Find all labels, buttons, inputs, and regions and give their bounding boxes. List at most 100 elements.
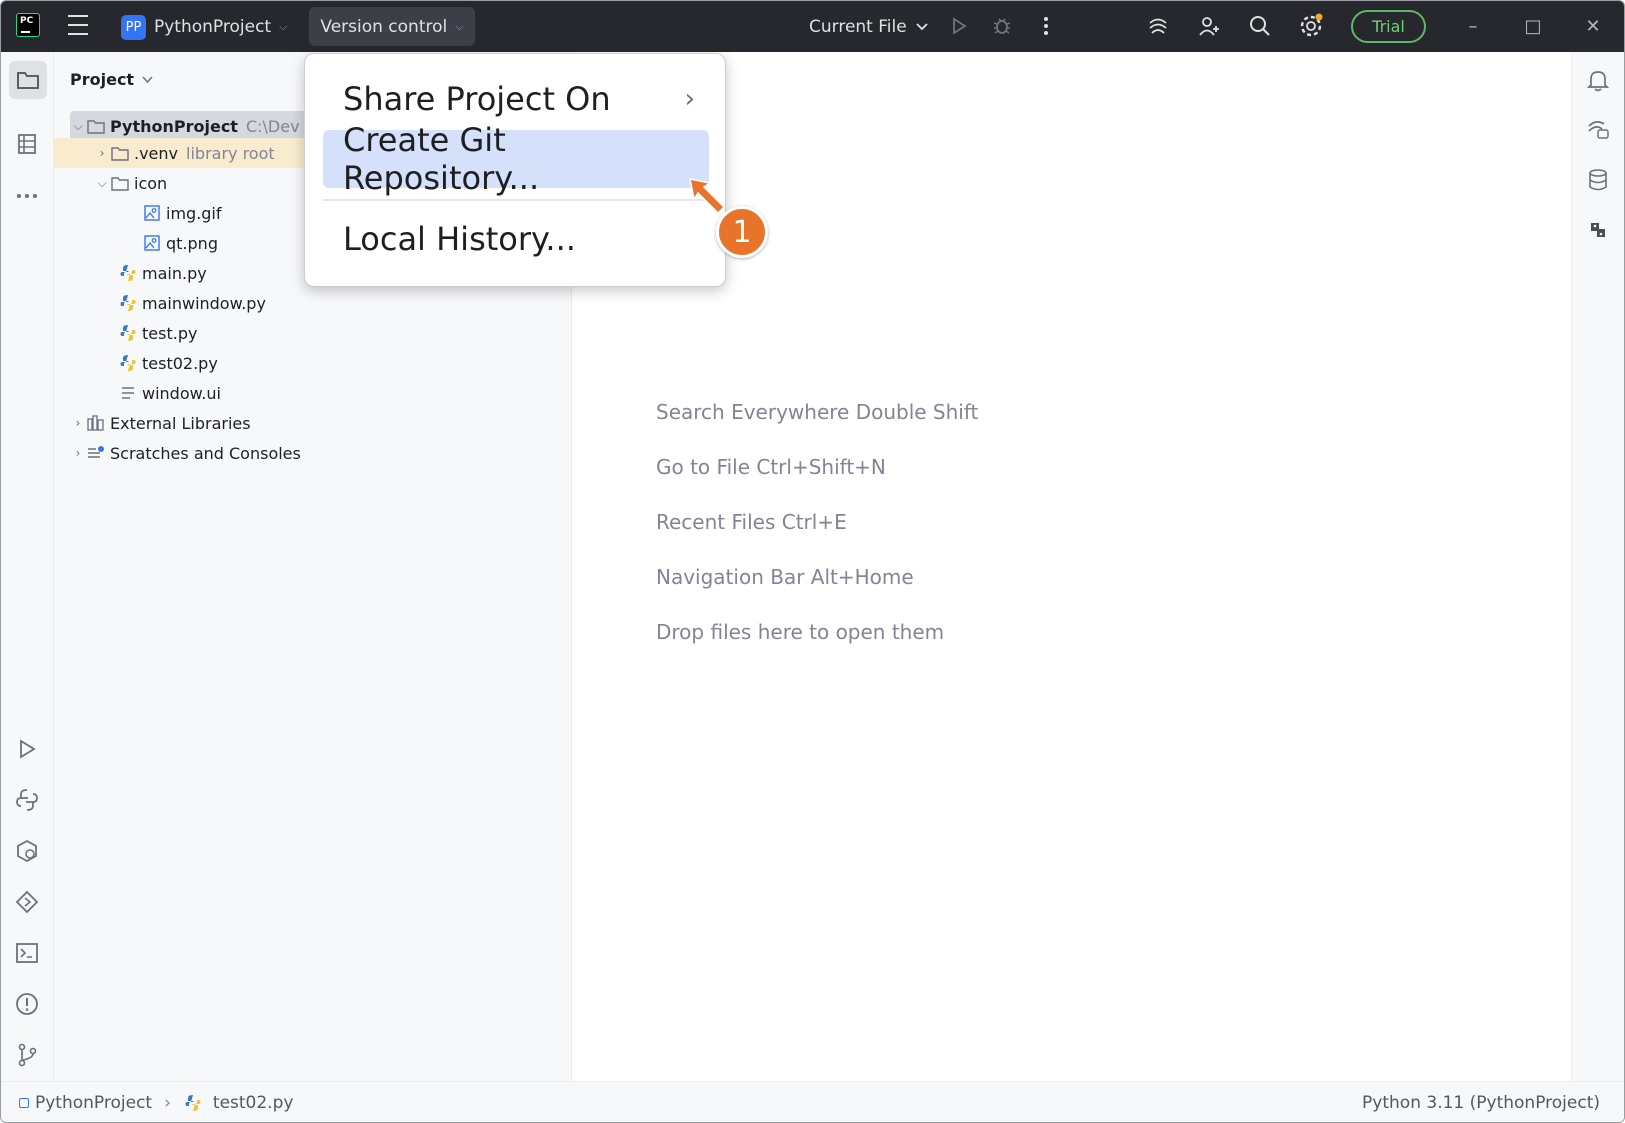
python-file-icon — [183, 1094, 203, 1112]
settings-gear-icon[interactable] — [1297, 12, 1325, 40]
tree-node-label: External Libraries — [110, 413, 251, 433]
services-icon[interactable] — [13, 837, 41, 865]
structure-icon[interactable] — [13, 130, 41, 158]
ai-chat-icon[interactable] — [1584, 116, 1612, 144]
menu-item-label: Share Project On — [343, 80, 611, 118]
version-control-label: Version control — [320, 16, 448, 37]
hint-drop-files: Drop files here to open them — [656, 620, 945, 644]
python-file-icon — [118, 354, 138, 372]
project-panel-header[interactable]: Project — [70, 70, 153, 89]
tree-node-label: Scratches and Consoles — [110, 443, 301, 463]
breadcrumb: PythonProject › test02.py — [19, 1093, 293, 1113]
tree-node-path: C:\Dev — [245, 116, 300, 136]
menu-item-share-project-on[interactable]: Share Project On › — [323, 70, 709, 128]
tree-node-mainwindow-py[interactable]: mainwindow.py — [54, 288, 572, 318]
chevron-down-icon: ⌵ — [455, 19, 464, 33]
text-file-icon — [118, 384, 138, 402]
python-file-icon — [118, 294, 138, 312]
tree-node-label: window.ui — [142, 383, 221, 403]
image-file-icon — [142, 234, 162, 252]
folder-icon — [110, 174, 130, 192]
chevron-right-icon: › — [684, 84, 695, 114]
python-console-icon[interactable] — [13, 888, 41, 916]
step-number-badge: 1 — [716, 206, 768, 258]
minimize-icon[interactable]: – — [1459, 12, 1487, 40]
tree-node-window-ui[interactable]: window.ui — [54, 378, 572, 408]
hamburger-line — [68, 24, 88, 26]
database-icon[interactable] — [1584, 166, 1612, 194]
interpreter-selector[interactable]: Python 3.11 (PythonProject) — [1362, 1093, 1600, 1113]
expand-arrow-icon[interactable]: › — [70, 446, 86, 460]
tree-node-hint: library root — [186, 143, 275, 163]
expand-arrow-icon[interactable]: › — [94, 146, 110, 160]
tree-node-project-root[interactable]: ⌵ PythonProject C:\Dev — [70, 111, 306, 141]
python-file-icon — [118, 264, 138, 282]
scratches-icon — [86, 444, 106, 462]
add-user-icon[interactable] — [1195, 12, 1223, 40]
breadcrumb-project[interactable]: PythonProject — [35, 1093, 152, 1113]
title-bar: PC PP PythonProject ⌵ Version control ⌵ … — [1, 1, 1624, 52]
hint-recent-files: Recent Files Ctrl+E — [656, 510, 847, 534]
menu-separator — [323, 199, 709, 201]
menu-item-label: Local History... — [343, 220, 576, 258]
pycharm-logo-icon: PC — [16, 13, 40, 37]
menu-item-create-git-repository[interactable]: Create Git Repository... — [323, 121, 709, 197]
maximize-icon[interactable]: □ — [1519, 12, 1547, 40]
folder-icon — [86, 117, 106, 135]
right-tool-strip — [1571, 52, 1624, 1081]
expand-arrow-icon[interactable]: › — [70, 416, 86, 430]
search-icon[interactable] — [1246, 12, 1274, 40]
tree-node-label: test.py — [142, 323, 198, 343]
breadcrumb-file[interactable]: test02.py — [213, 1093, 294, 1113]
tree-node-scratches[interactable]: › Scratches and Consoles — [54, 438, 572, 468]
hint-search-everywhere: Search Everywhere Double Shift — [656, 400, 979, 424]
python-plugin-icon[interactable] — [1584, 216, 1612, 244]
breadcrumb-separator-icon: › — [164, 1093, 171, 1113]
project-panel-title: Project — [70, 70, 135, 89]
problems-icon[interactable] — [13, 990, 41, 1018]
tree-node-label: mainwindow.py — [142, 293, 266, 313]
hint-navigation-bar: Navigation Bar Alt+Home — [656, 565, 914, 589]
chevron-down-icon: ⌵ — [279, 20, 288, 33]
tree-node-test02-py[interactable]: test02.py — [54, 348, 572, 378]
menu-item-label: Create Git Repository... — [343, 121, 540, 197]
terminal-icon[interactable] — [13, 939, 41, 967]
hamburger-line — [68, 33, 88, 35]
tree-node-label: img.gif — [166, 203, 222, 223]
project-tool-folder-icon[interactable] — [9, 61, 47, 99]
git-branch-icon[interactable] — [13, 1041, 41, 1069]
run-tool-icon[interactable] — [13, 735, 41, 763]
chevron-down-icon — [142, 75, 153, 83]
version-control-button[interactable]: Version control ⌵ — [309, 7, 475, 46]
menu-item-local-history[interactable]: Local History... — [323, 210, 709, 268]
tree-node-label: icon — [134, 173, 168, 193]
module-icon — [19, 1098, 29, 1108]
more-actions-icon[interactable] — [1032, 12, 1060, 40]
expand-arrow-icon[interactable]: ⌵ — [94, 176, 110, 191]
python-file-icon — [118, 324, 138, 342]
ai-assistant-icon[interactable] — [1144, 12, 1172, 40]
tree-node-external-libraries[interactable]: › External Libraries — [54, 408, 572, 438]
hint-go-to-file: Go to File Ctrl+Shift+N — [656, 455, 886, 479]
more-tools-icon[interactable] — [13, 182, 41, 210]
ide-window: PC PP PythonProject ⌵ Version control ⌵ … — [0, 0, 1625, 1123]
status-bar: PythonProject › test02.py Python 3.11 (P… — [1, 1081, 1624, 1122]
main-menu-button[interactable] — [67, 15, 89, 35]
close-icon[interactable]: ✕ — [1579, 12, 1607, 40]
project-badge-icon: PP — [121, 14, 146, 40]
run-config-selector[interactable]: Current File — [809, 13, 929, 41]
tree-node-test-py[interactable]: test.py — [54, 318, 572, 348]
run-icon[interactable] — [945, 12, 973, 40]
project-name-label: PythonProject — [154, 17, 272, 37]
debug-icon[interactable] — [988, 12, 1016, 40]
python-packages-icon[interactable] — [13, 786, 41, 814]
version-control-popup-menu: Share Project On › Create Git Repository… — [304, 53, 726, 287]
hamburger-line — [68, 15, 88, 17]
project-switcher-button[interactable]: PP PythonProject ⌵ — [121, 13, 287, 41]
expand-arrow-icon[interactable]: ⌵ — [70, 119, 86, 134]
tree-node-label: test02.py — [142, 353, 218, 373]
trial-button[interactable]: Trial — [1351, 10, 1426, 43]
tree-node-label: .venv — [134, 143, 179, 163]
notifications-bell-icon[interactable] — [1584, 66, 1612, 94]
library-icon — [86, 414, 106, 432]
